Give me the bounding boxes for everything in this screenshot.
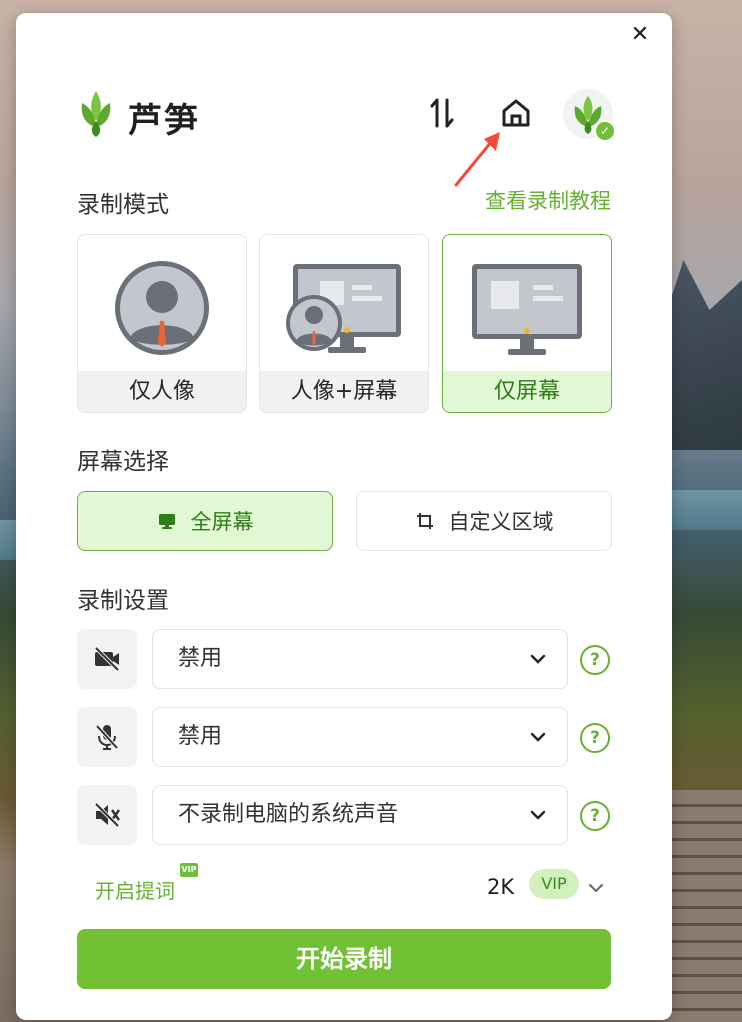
camera-off-icon [94, 646, 120, 672]
chevron-down-icon [530, 810, 546, 820]
close-button[interactable]: ✕ [628, 23, 652, 47]
system-audio-select[interactable]: 不录制电脑的系统声音 [152, 785, 568, 845]
mic-select-value: 禁用 [178, 724, 223, 749]
system-audio-select-value: 不录制电脑的系统声音 [178, 802, 399, 827]
background-deck [667, 790, 742, 1022]
resolution-value: 2K [487, 875, 515, 899]
mode-label: 仅人像 [78, 371, 246, 412]
speaker-off-icon [94, 802, 120, 828]
brand-name: 芦笋 [128, 101, 200, 141]
crop-icon [416, 513, 433, 529]
camera-select[interactable]: 禁用 [152, 629, 568, 689]
mode-card-portrait-only[interactable]: 仅人像 [77, 234, 247, 413]
screen-select-title: 屏幕选择 [77, 449, 169, 475]
camera-select-value: 禁用 [178, 646, 223, 671]
monitor-icon [158, 514, 175, 529]
portrait-illustration-icon [115, 261, 209, 355]
camera-help-icon[interactable]: ? [580, 645, 610, 675]
mode-card-portrait-screen[interactable]: 人像+屏幕 [259, 234, 429, 413]
record-settings-title: 录制设置 [77, 588, 169, 614]
mic-toggle[interactable] [77, 707, 137, 767]
start-recording-button[interactable]: 开始录制 [77, 929, 611, 989]
camera-setting-row: 禁用 ? [77, 629, 611, 689]
system-audio-toggle[interactable] [77, 785, 137, 845]
resolution-vip-badge: VIP [529, 869, 579, 899]
system-audio-help-icon[interactable]: ? [580, 801, 610, 831]
home-icon[interactable] [499, 96, 533, 130]
screen-illustration-icon [472, 264, 582, 355]
mode-label: 仅屏幕 [443, 371, 611, 412]
record-mode-title: 录制模式 [77, 192, 169, 218]
prompter-vip-badge: VIP [180, 863, 198, 877]
verified-badge-icon: ✓ [594, 120, 616, 142]
custom-region-label: 自定义区域 [448, 510, 554, 534]
fullscreen-label: 全屏幕 [190, 510, 254, 534]
mode-card-screen-only[interactable]: 仅屏幕 [442, 234, 612, 413]
chevron-down-icon [530, 732, 546, 742]
user-avatar[interactable]: ✓ [563, 89, 616, 142]
mic-setting-row: 禁用 ? [77, 707, 611, 767]
camera-toggle[interactable] [77, 629, 137, 689]
portrait-screen-illustration-icon [286, 264, 401, 353]
tutorial-link[interactable]: 查看录制教程 [485, 185, 611, 215]
annotation-arrow [454, 132, 500, 187]
swap-vertical-icon[interactable] [427, 96, 457, 130]
mic-select[interactable]: 禁用 [152, 707, 568, 767]
system-audio-setting-row: 不录制电脑的系统声音 ? [77, 785, 611, 845]
background-lake [662, 490, 742, 530]
fullscreen-button[interactable]: 全屏幕 [77, 491, 333, 551]
logo-icon [81, 91, 111, 137]
resolution-chevron-down-icon[interactable] [587, 879, 605, 897]
prompter-toggle[interactable]: 开启提词 [95, 875, 175, 904]
recorder-panel: ✕ 芦笋 ✓ 录制模式 查看录制教程 仅人像 人像+屏幕 仅屏幕 屏幕选择 全屏… [16, 13, 672, 1020]
chevron-down-icon [530, 654, 546, 664]
custom-region-button[interactable]: 自定义区域 [356, 491, 612, 551]
mic-off-icon [95, 724, 119, 750]
mode-label: 人像+屏幕 [260, 371, 428, 412]
mic-help-icon[interactable]: ? [580, 723, 610, 753]
